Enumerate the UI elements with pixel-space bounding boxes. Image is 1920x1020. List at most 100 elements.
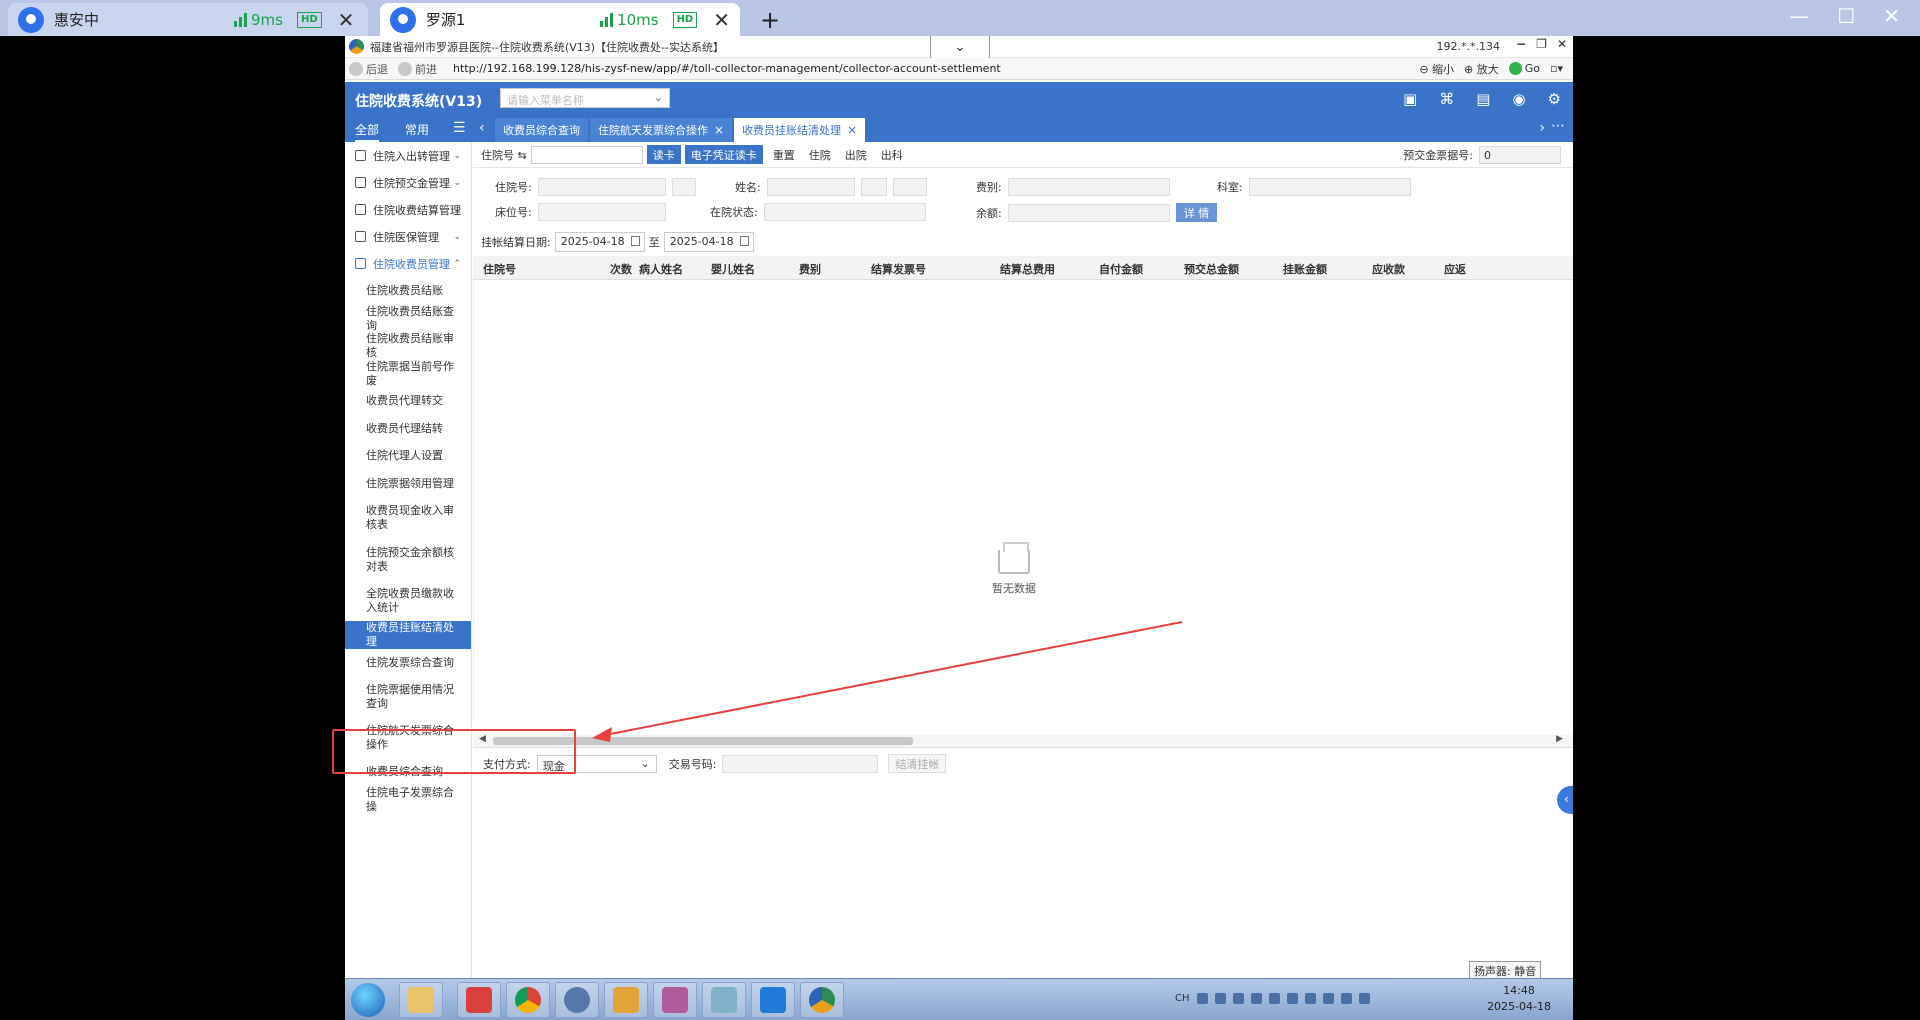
- dept-out-button[interactable]: 出科: [875, 145, 909, 164]
- sidebar-group-settlement[interactable]: 住院收费结算管理 ⌄: [345, 196, 471, 223]
- detail-button[interactable]: 详 情: [1175, 203, 1218, 222]
- column-header[interactable]: 应返: [1444, 261, 1466, 277]
- lang-indicator[interactable]: CH: [1175, 993, 1190, 1004]
- start-button[interactable]: [351, 983, 385, 1017]
- close-tab-icon[interactable]: ✕: [338, 8, 355, 32]
- sidebar-group-prepay[interactable]: 住院预交金管理 ⌄: [345, 169, 471, 196]
- sidebar-item[interactable]: 收费员代理转交: [345, 387, 471, 415]
- more-icon[interactable]: ⋯: [1551, 118, 1565, 134]
- column-header[interactable]: 应收款: [1372, 261, 1405, 277]
- shield-icon[interactable]: [1268, 993, 1280, 1004]
- keyboard-icon[interactable]: [1196, 993, 1208, 1004]
- zoom-in-button[interactable]: ⊕ 放大: [1464, 61, 1499, 77]
- scroll-right-icon[interactable]: ▶: [1556, 734, 1563, 744]
- admit-button[interactable]: 住院: [803, 145, 837, 164]
- sidebar-item[interactable]: 住院票据领用管理: [345, 470, 471, 497]
- sidebar-item[interactable]: 住院票据使用情况查询: [345, 676, 471, 717]
- discharge-button[interactable]: 出院: [839, 145, 873, 164]
- flag-icon[interactable]: [1322, 993, 1334, 1004]
- start-date-picker[interactable]: 2025-04-18: [554, 232, 645, 252]
- help-icon[interactable]: [1214, 993, 1226, 1004]
- network-icon[interactable]: ⌘: [1439, 90, 1454, 108]
- settle-button[interactable]: 结清挂帐: [888, 754, 947, 773]
- close-window-icon[interactable]: ✕: [1883, 4, 1900, 28]
- page-tab-aerospace-invoice[interactable]: 住院航天发票综合操作 ×: [590, 118, 733, 142]
- sidebar-item[interactable]: 全院收费员缴款收入统计: [345, 580, 471, 621]
- teamviewer-taskbar-icon[interactable]: [751, 982, 795, 1018]
- column-header[interactable]: 病人姓名: [639, 261, 683, 277]
- minimize-icon[interactable]: —: [1789, 4, 1809, 28]
- minimize-icon[interactable]: −: [1516, 37, 1526, 51]
- sidebar-item[interactable]: 住院收费员结账查询: [345, 305, 471, 332]
- usb-icon[interactable]: [1232, 993, 1244, 1004]
- sidebar-item[interactable]: 住院票据当前号作废: [345, 360, 471, 387]
- update-icon[interactable]: [1304, 993, 1316, 1004]
- go-button[interactable]: Go: [1508, 62, 1540, 75]
- admission-no-label[interactable]: 住院号 ⇆: [481, 147, 527, 163]
- sidebar-item[interactable]: 住院代理人设置: [345, 442, 471, 470]
- close-tab-icon[interactable]: ×: [714, 123, 724, 137]
- compass-taskbar-icon[interactable]: [555, 982, 599, 1018]
- tab-all[interactable]: 全部: [355, 121, 380, 142]
- notepad-taskbar-icon[interactable]: [702, 982, 746, 1018]
- document-icon[interactable]: ▤: [1476, 90, 1490, 108]
- document-taskbar-icon[interactable]: [604, 982, 648, 1018]
- sidebar-item[interactable]: 住院预交金余额核对表: [345, 539, 471, 580]
- sidebar-item[interactable]: 住院收费员结账审核: [345, 332, 471, 360]
- column-header[interactable]: 挂账金额: [1283, 261, 1327, 277]
- column-header[interactable]: 预交总金额: [1184, 261, 1239, 277]
- back-button[interactable]: 后退: [349, 61, 388, 77]
- volume-mute-icon[interactable]: [1358, 993, 1370, 1004]
- menu-icon[interactable]: ▫▾: [1550, 62, 1563, 75]
- tab-common[interactable]: 常用: [405, 121, 429, 142]
- network-icon[interactable]: [1250, 993, 1262, 1004]
- address-bar[interactable]: http://192.168.199.128/his-zysf-new/app/…: [453, 62, 1001, 75]
- column-header[interactable]: 自付金额: [1099, 261, 1143, 277]
- horizontal-scrollbar[interactable]: ◀ ▶: [473, 734, 1573, 747]
- eye-icon[interactable]: ◉: [1512, 90, 1525, 108]
- menu-search-input[interactable]: 请输入菜单名称 ⌄: [500, 88, 670, 108]
- restore-icon[interactable]: ❐: [1536, 37, 1547, 51]
- clock[interactable]: 14:48 2025-04-18: [1487, 983, 1551, 1015]
- sidebar-item[interactable]: 住院电子发票综合操: [345, 786, 471, 813]
- forward-button[interactable]: 前进: [398, 61, 437, 77]
- remote-toolbar-toggle[interactable]: ⌄: [930, 36, 990, 60]
- remote-tab-2[interactable]: 罗源1 10ms HD ✕: [380, 3, 740, 36]
- reset-button[interactable]: 重置: [767, 145, 801, 164]
- sidebar-item[interactable]: 收费员代理结转: [345, 415, 471, 442]
- sidebar-item[interactable]: 住院收费员结账: [345, 277, 471, 305]
- his-taskbar-icon[interactable]: [800, 982, 844, 1018]
- chrome-taskbar-icon[interactable]: [506, 982, 550, 1018]
- page-tab-account-settlement[interactable]: 收费员挂账结清处理 ×: [734, 118, 866, 142]
- new-tab-button[interactable]: +: [760, 6, 780, 34]
- archive-taskbar-icon[interactable]: [653, 982, 697, 1018]
- close-tab-icon[interactable]: ✕: [713, 8, 730, 32]
- sidebar-item[interactable]: 住院发票综合查询: [345, 649, 471, 676]
- sidebar-group-insurance[interactable]: 住院医保管理 ⌄: [345, 223, 471, 250]
- maximize-icon[interactable]: ☐: [1837, 4, 1855, 28]
- close-icon[interactable]: ✕: [1557, 37, 1567, 51]
- wps-taskbar-icon[interactable]: [457, 982, 501, 1018]
- sidebar-item-active[interactable]: 收费员挂账结清处理: [345, 621, 471, 649]
- explorer-taskbar-icon[interactable]: [399, 982, 443, 1018]
- chevron-right-icon[interactable]: ›: [1539, 120, 1545, 136]
- monitor-icon[interactable]: [1340, 993, 1352, 1004]
- read-card-button[interactable]: 读卡: [646, 145, 681, 164]
- e-voucher-button[interactable]: 电子凭证读卡: [684, 145, 763, 164]
- column-header[interactable]: 费别: [799, 261, 821, 277]
- sidebar-group-admission[interactable]: 住院入出转管理 ⌄: [345, 142, 471, 169]
- page-tab-collector-query[interactable]: 收费员综合查询: [495, 118, 588, 142]
- column-header[interactable]: 结算发票号: [871, 261, 926, 277]
- column-header[interactable]: 婴儿姓名: [711, 261, 755, 277]
- close-tab-icon[interactable]: ×: [847, 123, 857, 137]
- admission-no-input[interactable]: [530, 145, 643, 164]
- menu-collapse-icon[interactable]: ☰: [453, 120, 466, 136]
- sidebar-item[interactable]: 收费员现金收入审核表: [345, 497, 471, 539]
- sidebar-group-collector[interactable]: 住院收费员管理 ⌃: [345, 250, 471, 277]
- gear-icon[interactable]: ⚙: [1548, 90, 1561, 108]
- end-date-picker[interactable]: 2025-04-18: [663, 232, 754, 252]
- zoom-out-button[interactable]: ⊖ 缩小: [1419, 61, 1454, 77]
- column-header[interactable]: 次数: [610, 261, 632, 277]
- remote-tab-1[interactable]: 惠安中 9ms HD ✕: [8, 3, 368, 36]
- antivirus-icon[interactable]: [1286, 993, 1298, 1004]
